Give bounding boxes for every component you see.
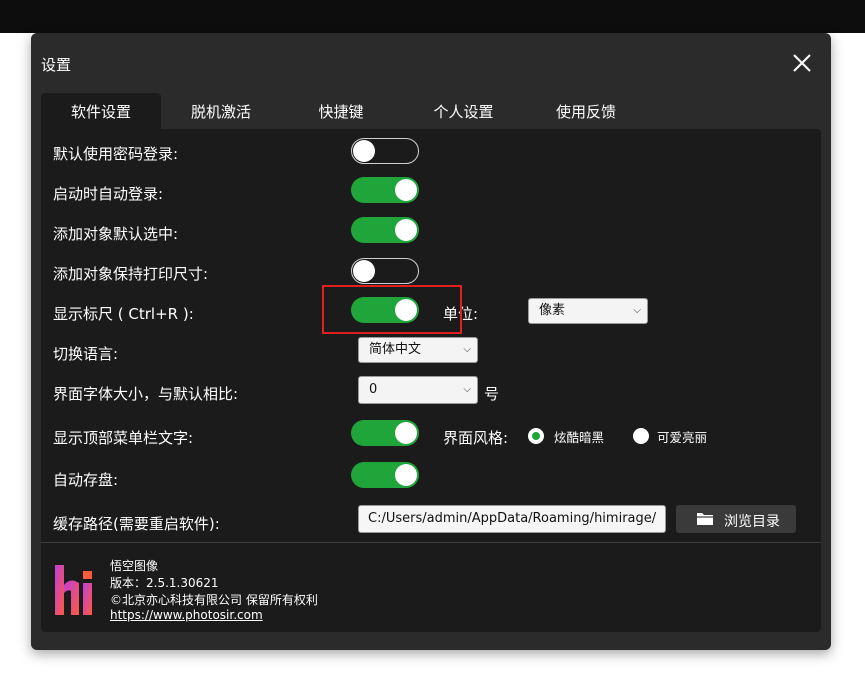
bright-style-label: 可爱亮丽 (657, 430, 708, 445)
menu-text-label: 显示顶部菜单栏文字: (53, 429, 194, 447)
app-logo (55, 565, 92, 615)
settings-dialog: 设置 软件设置 脱机激活 快捷键 个人设置 使用反馈 默认使用密码登录: 启动时… (31, 33, 831, 650)
font-size-label: 界面字体大小，与默认相比: (53, 385, 239, 403)
menu-text-toggle[interactable] (351, 420, 419, 446)
auto-login-label: 启动时自动登录: (53, 185, 164, 203)
language-select[interactable]: 简体中文 ⌵ (358, 337, 478, 363)
divider (41, 542, 821, 543)
browse-button[interactable]: 浏览目录 (676, 505, 796, 533)
show-ruler-label: 显示标尺 ( Ctrl+R ): (53, 305, 194, 323)
cache-path-input[interactable]: C:/Users/admin/AppData/Roaming/himirage/ (358, 505, 666, 533)
close-icon[interactable] (788, 49, 816, 77)
toggle-knob (395, 464, 417, 486)
app-version: 版本：2.5.1.30621 (110, 576, 219, 590)
language-label: 切换语言: (53, 345, 119, 363)
settings-panel: 默认使用密码登录: 启动时自动登录: 添加对象默认选中: 添加对象保持打印尺寸:… (41, 129, 821, 632)
password-login-label: 默认使用密码登录: (53, 145, 179, 163)
top-bar (0, 0, 865, 33)
copyright: ©北京亦心科技有限公司 保留所有权利 (110, 593, 318, 607)
website-link[interactable]: https://www.photosir.com (110, 608, 263, 622)
dialog-title: 设置 (41, 56, 72, 74)
autosave-label: 自动存盘: (53, 471, 119, 489)
browse-button-label: 浏览目录 (724, 514, 780, 530)
font-size-suffix: 号 (484, 385, 500, 403)
chevron-down-icon: ⌵ (463, 344, 471, 355)
tab-shortcuts[interactable]: 快捷键 (281, 93, 401, 129)
toggle-knob (395, 179, 417, 201)
toggle-knob (395, 299, 417, 321)
toggle-knob (395, 219, 417, 241)
ui-style-label: 界面风格: (443, 429, 509, 447)
font-size-select-value: 0 (369, 382, 378, 397)
chevron-down-icon: ⌵ (633, 305, 641, 316)
radio-dark-style[interactable] (528, 428, 544, 444)
unit-select[interactable]: 像素 ⌵ (528, 298, 648, 324)
folder-icon (697, 513, 713, 525)
unit-select-value: 像素 (539, 303, 566, 318)
dark-style-label: 炫酷暗黑 (554, 430, 605, 445)
toggle-knob (353, 139, 375, 162)
tab-software-settings[interactable]: 软件设置 (41, 93, 161, 129)
toggle-knob (395, 422, 417, 444)
auto-login-toggle[interactable] (351, 177, 419, 203)
app-name: 悟空图像 (110, 559, 159, 573)
tab-offline-activation[interactable]: 脱机激活 (161, 93, 281, 129)
autosave-toggle[interactable] (351, 462, 419, 488)
password-login-toggle[interactable] (351, 138, 419, 164)
keep-print-size-toggle[interactable] (351, 258, 419, 284)
tab-feedback[interactable]: 使用反馈 (526, 93, 646, 129)
unit-label: 单位: (443, 305, 479, 323)
language-select-value: 简体中文 (369, 342, 422, 357)
font-size-select[interactable]: 0 ⌵ (358, 376, 478, 404)
tab-personal-settings[interactable]: 个人设置 (401, 93, 526, 129)
select-on-add-toggle[interactable] (351, 217, 419, 243)
toggle-knob (353, 259, 375, 282)
select-on-add-label: 添加对象默认选中: (53, 225, 179, 243)
tab-bar: 软件设置 脱机激活 快捷键 个人设置 使用反馈 (41, 93, 821, 129)
cache-path-label: 缓存路径(需要重启软件): (53, 515, 220, 533)
show-ruler-toggle[interactable] (351, 297, 419, 323)
chevron-down-icon: ⌵ (463, 384, 471, 395)
keep-print-size-label: 添加对象保持打印尺寸: (53, 265, 209, 283)
radio-bright-style[interactable] (633, 428, 649, 444)
